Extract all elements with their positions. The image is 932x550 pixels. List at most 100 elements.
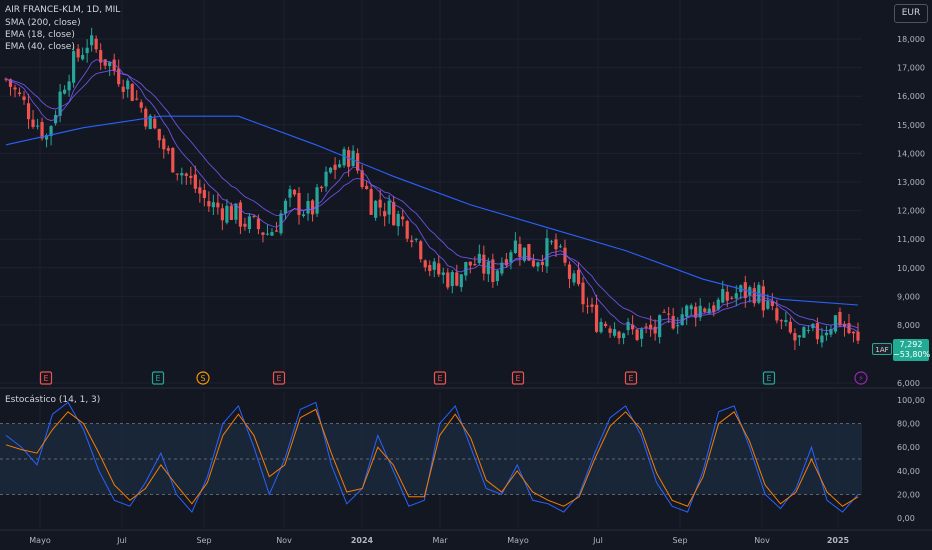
candle-body <box>856 331 860 341</box>
price-tick-label: 6,000 <box>897 379 920 388</box>
candle-body <box>184 173 188 176</box>
event-marker-label: E <box>437 374 442 383</box>
candle-body <box>189 175 193 178</box>
candle-body <box>369 189 373 215</box>
candle-body <box>545 238 549 267</box>
price-tick-label: 10,000 <box>897 264 925 273</box>
candle-body <box>392 202 396 226</box>
candle-body <box>779 320 783 322</box>
event-marker-label: E <box>628 374 633 383</box>
price-tick-label: 18,000 <box>897 35 925 44</box>
candle-body <box>788 321 792 333</box>
time-tick-label: Mar <box>432 536 448 545</box>
candle-body <box>486 261 490 275</box>
candle-body <box>405 221 409 239</box>
candle-body <box>117 68 121 85</box>
candle-body <box>838 311 842 326</box>
time-tick-label: Nov <box>276 536 292 545</box>
candle-body <box>166 148 170 151</box>
event-marker-earnings-red: E <box>39 371 53 385</box>
candle-body <box>734 293 738 299</box>
candle-body <box>653 326 657 334</box>
price-tick-label: 16,000 <box>897 92 925 101</box>
candle-body <box>103 59 107 66</box>
candle-body <box>513 240 517 253</box>
candle-body <box>310 200 315 215</box>
candle-body <box>175 173 179 175</box>
candle-body <box>108 62 112 67</box>
candle-body <box>243 223 247 227</box>
event-marker-earnings-green: E <box>151 371 165 385</box>
currency-button[interactable]: EUR <box>894 4 928 23</box>
candle-body <box>432 261 436 270</box>
candle-body <box>464 262 468 276</box>
candle-body <box>337 164 342 168</box>
price-tick-label: 8,000 <box>897 321 920 330</box>
price-change-value: −53,80% <box>893 350 931 359</box>
candle-body <box>328 167 333 173</box>
candle-body <box>495 270 499 282</box>
candle-body <box>139 102 143 108</box>
candle-body <box>703 308 707 312</box>
indicator-ema40[interactable]: EMA (40, close) <box>5 42 75 53</box>
candle-body <box>274 230 279 232</box>
candle-body <box>216 202 220 208</box>
candle-body <box>324 171 328 187</box>
chart-canvas: 18,000 17,000 16,000 15,000 14,000 13,000 12,0… <box>0 0 932 545</box>
candle-body <box>193 174 197 189</box>
candle-body <box>13 87 17 90</box>
candle-body <box>590 304 594 307</box>
candle-body <box>685 305 689 317</box>
event-marker-label: E <box>766 374 771 383</box>
candle-body <box>333 164 337 170</box>
candle-body <box>247 216 252 230</box>
ema-40-line <box>5 70 859 329</box>
time-axis: Mayo Jul Sep Nov 2024 Mar Mayo Jul Sep Nov 2025 <box>29 536 849 545</box>
candle-body <box>63 89 67 94</box>
candle-body <box>662 311 666 313</box>
candle-body <box>130 83 134 101</box>
price-tick-label: 9,000 <box>897 292 920 301</box>
candle-body <box>540 261 545 265</box>
candle-body <box>306 201 310 214</box>
candle-body <box>126 80 130 90</box>
candle-body <box>423 260 427 268</box>
candle-body <box>225 205 229 223</box>
symbol-tag: 1AF <box>872 343 892 355</box>
candle-body <box>256 218 261 230</box>
event-markers: E E S E E E E E ⚡ <box>39 371 868 385</box>
stochastic-title[interactable]: Estocástico (14, 1, 3) <box>5 395 100 406</box>
price-tick-label: 12,000 <box>897 207 925 216</box>
candle-body <box>378 199 382 208</box>
candle-body <box>612 329 617 336</box>
oscillator-tick-label: 40,00 <box>897 467 920 476</box>
price-tick-label: 14,000 <box>897 149 925 158</box>
candle-body <box>599 321 603 333</box>
candle-body <box>85 47 89 54</box>
candle-body <box>135 98 139 100</box>
candle-body <box>554 239 558 250</box>
candle-body <box>635 329 639 340</box>
candle-body <box>229 205 233 220</box>
candle-body <box>365 185 369 189</box>
candle-body <box>76 48 80 58</box>
indicator-ema18[interactable]: EMA (18, close) <box>5 30 75 41</box>
candle-body <box>374 200 378 218</box>
candle-body <box>297 192 301 215</box>
candle-body <box>797 335 801 338</box>
candle-body <box>94 38 98 50</box>
event-marker-label: ⚡ <box>858 374 864 383</box>
event-marker-label: E <box>515 374 520 383</box>
candle-body <box>626 321 630 331</box>
candle-body <box>585 305 590 307</box>
candle-body <box>270 232 274 236</box>
candle-body <box>689 305 693 310</box>
price-tick-label: 17,000 <box>897 64 925 73</box>
time-tick-label: Jul <box>592 536 603 545</box>
price-axis: 18,000 17,000 16,000 15,000 14,000 13,000 12,0… <box>897 35 925 388</box>
candle-body <box>509 252 513 263</box>
candle-body <box>468 261 472 266</box>
indicator-sma200[interactable]: SMA (200, close) <box>5 18 81 29</box>
candle-body <box>180 173 184 176</box>
candle-body <box>576 269 581 285</box>
